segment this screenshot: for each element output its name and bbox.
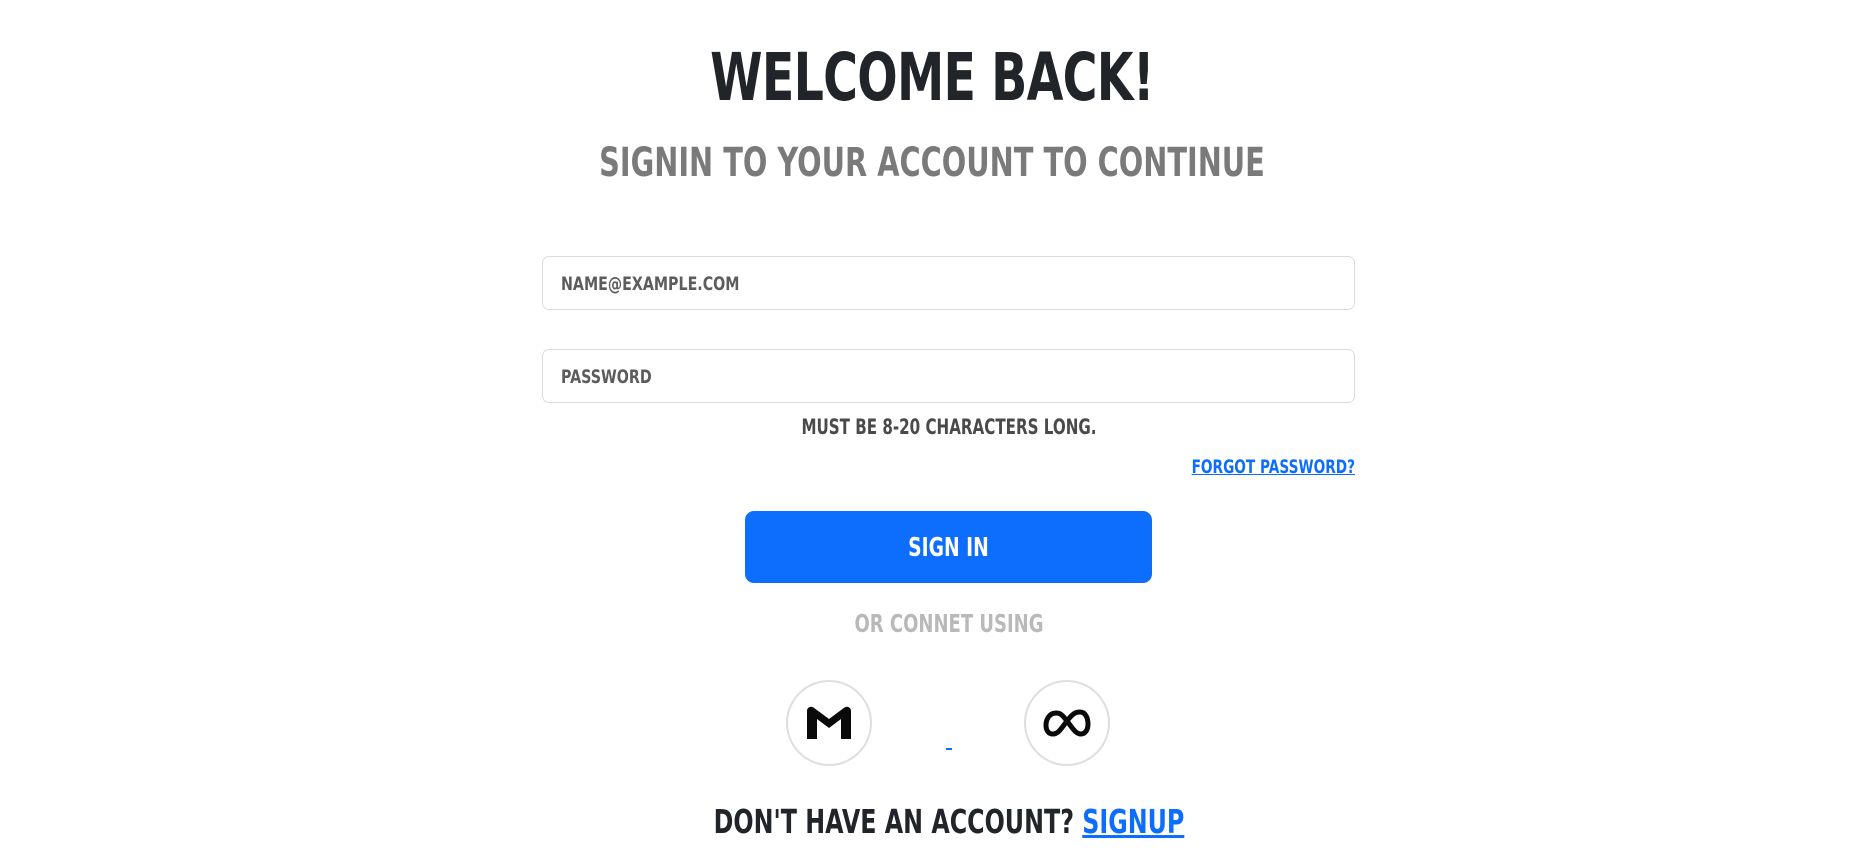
forgot-password-link[interactable]: FORGOT PASSWORD? [1192,454,1355,480]
signup-link[interactable]: SIGNUP [1082,802,1184,841]
signup-prompt: DON'T HAVE AN ACCOUNT? SIGNUP [266,800,1633,844]
password-hint: MUST BE 8-20 CHARACTERS LONG. [801,415,1097,439]
password-placeholder: PASSWORD [561,366,652,388]
signin-button-label: SIGN IN [908,533,989,563]
password-field[interactable]: PASSWORD [542,349,1355,403]
gmail-signin-button[interactable] [786,680,872,766]
email-field[interactable]: NAME@EXAMPLE.COM [542,256,1355,310]
separator-dot [946,748,952,750]
gmail-icon [807,706,851,739]
email-placeholder: NAME@EXAMPLE.COM [561,273,740,295]
signin-button[interactable]: SIGN IN [745,511,1152,583]
meta-icon [1043,709,1091,737]
signin-page: WELCOME BACK! SIGNIN TO YOUR ACCOUNT TO … [0,0,1864,852]
social-divider-text: OR CONNET USING [854,609,1044,638]
signup-prompt-text: DON'T HAVE AN ACCOUNT? [713,802,1074,841]
meta-signin-button[interactable] [1024,680,1110,766]
page-subtitle: SIGNIN TO YOUR ACCOUNT TO CONTINUE [599,140,1265,186]
page-title: WELCOME BACK! [710,39,1154,116]
